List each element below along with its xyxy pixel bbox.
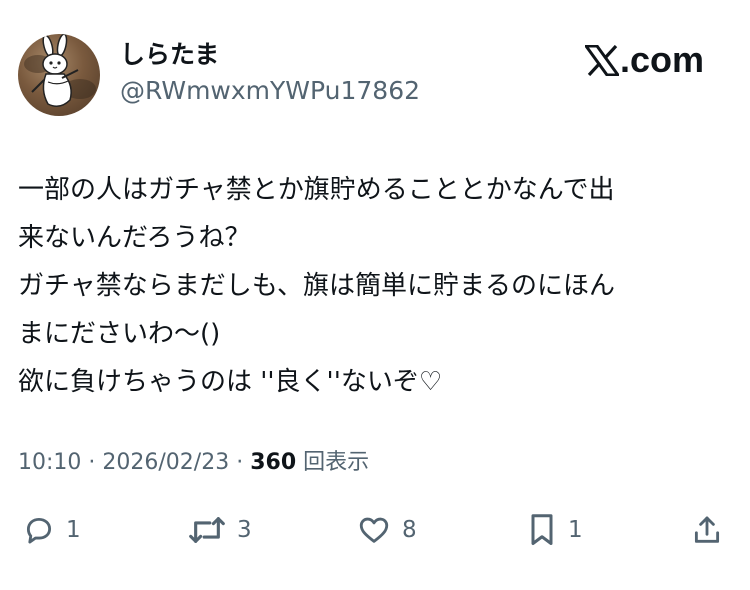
tweet-date[interactable]: 2026/02/23 [102, 450, 229, 475]
share-button[interactable] [690, 510, 724, 550]
retweet-icon [189, 517, 225, 543]
retweet-count: 3 [237, 517, 252, 543]
tweet-line: ガチャ禁ならまだしも、旗は簡単に貯まるのにほん [18, 271, 615, 301]
bookmark-icon [531, 514, 553, 545]
brand-logo: .com [584, 39, 704, 80]
tweet-line: 来ないんだろうね？ [18, 223, 251, 253]
like-button[interactable]: 8 [356, 510, 417, 550]
reply-icon [26, 517, 52, 544]
retweet-button[interactable]: 3 [187, 510, 252, 550]
tweet-meta: 10:10 · 2026/02/23 · 360 回表示 [18, 447, 369, 479]
user-handle[interactable]: @RWmwxmYWPu17862 [120, 76, 420, 106]
like-count: 8 [402, 517, 417, 543]
x-logo-icon [584, 44, 619, 76]
tweet-line: 一部の人はガチャ禁とか旗貯めることとかなんで出 [18, 175, 615, 205]
reply-count: 1 [66, 517, 81, 543]
brand-domain: .com [619, 39, 704, 80]
avatar[interactable] [18, 34, 100, 116]
meta-separator: · [88, 450, 96, 475]
tweet-text: 一部の人はガチャ禁とか旗貯めることとかなんで出 来ないんだろうね？ ガチャ禁なら… [18, 166, 734, 406]
display-name[interactable]: しらたま [120, 40, 219, 70]
reply-button[interactable]: 1 [22, 510, 81, 550]
views-count: 360 [250, 450, 297, 475]
bookmark-button[interactable]: 1 [526, 510, 583, 550]
share-icon [694, 516, 720, 543]
meta-separator: · [236, 450, 244, 475]
cartoon-rabbit-avatar-icon [24, 34, 96, 107]
heart-icon [359, 517, 389, 543]
tweet-line: まにださいわ〜() [18, 319, 221, 349]
tweet-time[interactable]: 10:10 [18, 450, 81, 475]
tweet-line: 欲に負けちゃうのは ''良く''ないぞ♡ [18, 367, 443, 397]
bookmark-count: 1 [568, 517, 583, 543]
views-label: 回表示 [303, 450, 370, 475]
